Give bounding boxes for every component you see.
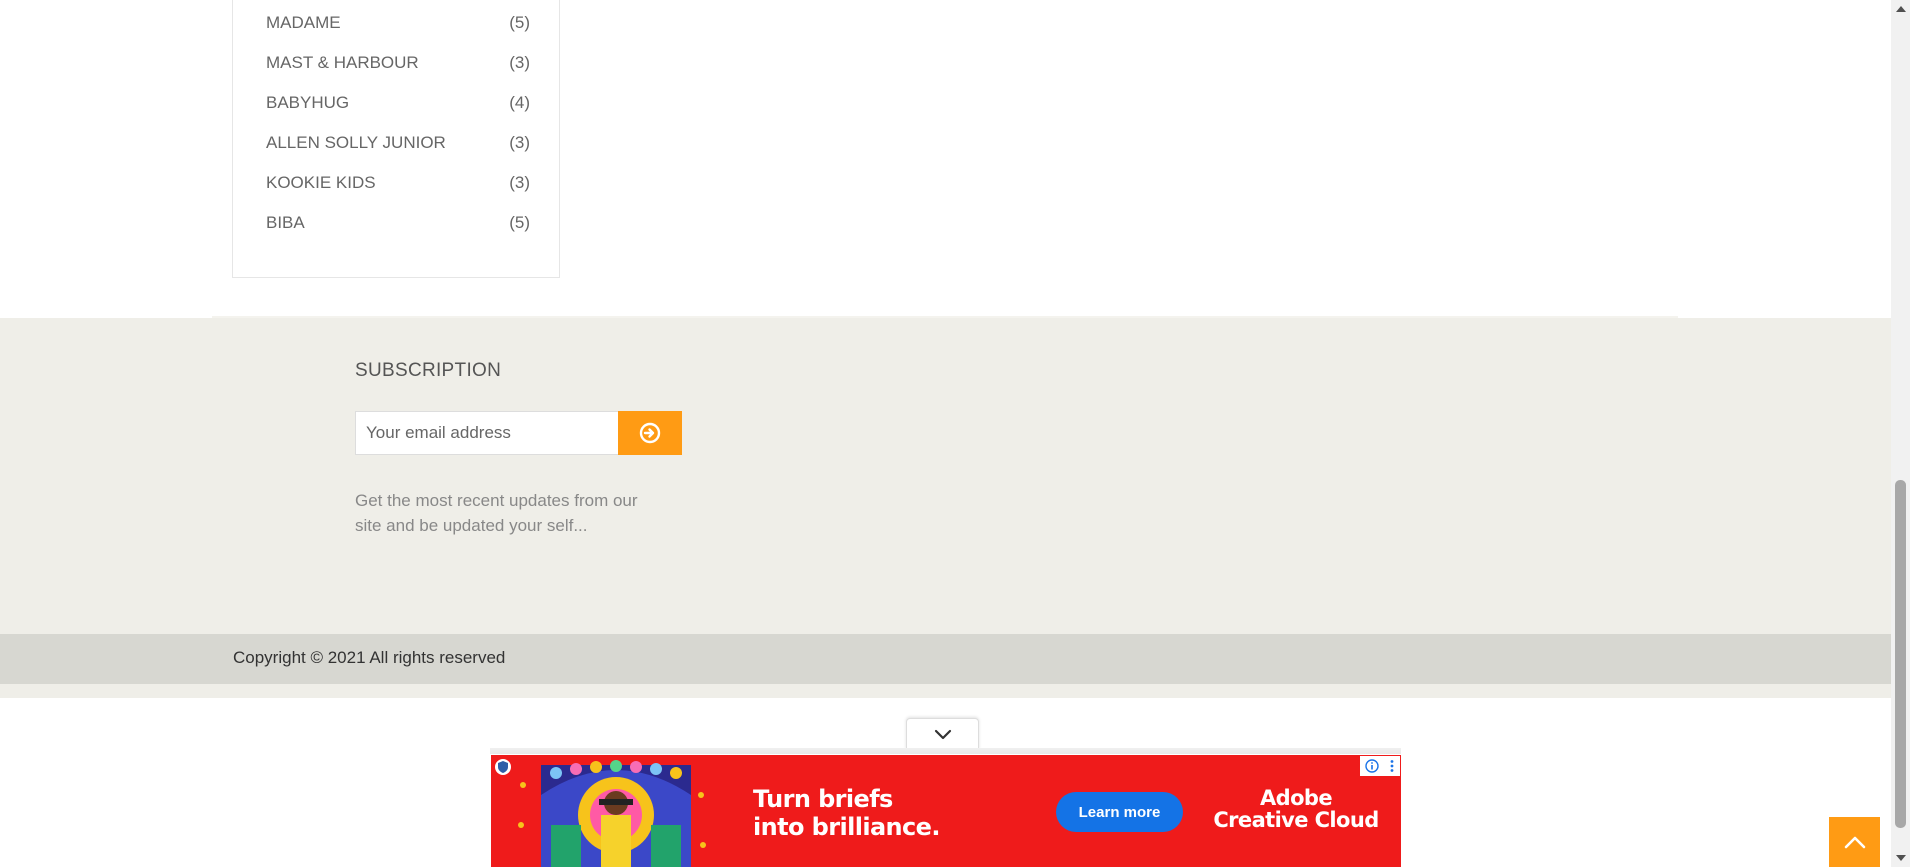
subscription-description: Get the most recent updates from our sit… [355, 491, 638, 535]
brand-name: MAST & HARBOUR [266, 53, 419, 72]
brand-count: (3) [509, 53, 530, 72]
brand-name: KOOKIE KIDS [266, 173, 376, 192]
scroll-up-arrow[interactable] [1891, 0, 1910, 17]
ad-brand-line2: Creative Cloud [1213, 808, 1379, 832]
chevron-down-icon [934, 729, 951, 739]
ad-illustration [518, 760, 706, 867]
footer-bottom-strip [0, 684, 1891, 698]
brand-count: (4) [509, 93, 530, 112]
brand-item-biba[interactable]: BIBA (5) [266, 211, 530, 235]
brand-name: MADAME [266, 13, 341, 32]
ad-headline: Turn briefs into brilliance. [753, 785, 940, 841]
page-scrollbar[interactable] [1891, 0, 1910, 867]
info-icon[interactable] [1365, 759, 1379, 773]
brand-name: BIBA [266, 213, 305, 232]
brand-count: (5) [509, 13, 530, 32]
ad-learn-more-button[interactable]: Learn more [1056, 792, 1183, 832]
back-to-top-button[interactable] [1829, 817, 1880, 867]
brand-filter-list: MADAME (5) MAST & HARBOUR (3) BABYHUG (4… [232, 0, 560, 278]
ad-brand-logo: Adobe Creative Cloud [1211, 787, 1381, 831]
triangle-down-icon [1895, 855, 1906, 861]
ad-shadow [490, 748, 1401, 754]
kebab-menu-icon[interactable] [1389, 759, 1395, 773]
ad-headline-line2: into brilliance. [753, 813, 940, 841]
ad-headline-line1: Turn briefs [753, 785, 893, 813]
brand-count: (3) [509, 133, 530, 152]
scroll-down-arrow[interactable] [1891, 850, 1910, 867]
chevron-up-icon [1844, 836, 1865, 849]
footer-subscription-section [0, 318, 1891, 634]
brand-item-kookie-kids[interactable]: KOOKIE KIDS (3) [266, 171, 530, 195]
shield-icon [495, 759, 511, 775]
email-input[interactable] [355, 411, 619, 455]
brand-item-babyhug[interactable]: BABYHUG (4) [266, 91, 530, 115]
brand-name: BABYHUG [266, 93, 350, 112]
subscribe-button[interactable] [618, 411, 682, 455]
brand-name: ALLEN SOLLY JUNIOR [266, 133, 446, 152]
arrow-circle-right-icon [639, 422, 661, 444]
subscription-title: SUBSCRIPTION [355, 360, 502, 381]
scroll-thumb[interactable] [1895, 480, 1906, 828]
ad-brand-line1: Adobe [1260, 786, 1333, 810]
ad-collapse-toggle[interactable] [906, 718, 979, 750]
triangle-up-icon [1895, 6, 1906, 12]
brand-item-mast-harbour[interactable]: MAST & HARBOUR (3) [266, 51, 530, 75]
ad-banner[interactable]: Turn briefs into brilliance. Learn more … [491, 755, 1401, 867]
footer-divider [212, 316, 1678, 318]
ad-choices[interactable] [1360, 756, 1400, 776]
copyright-text: Copyright © 2021 All rights reserved [233, 648, 506, 667]
brand-count: (3) [509, 173, 530, 192]
brand-item-madame[interactable]: MADAME (5) [266, 11, 530, 35]
brand-item-allen-solly-junior[interactable]: ALLEN SOLLY JUNIOR (3) [266, 131, 530, 155]
brand-count: (5) [509, 213, 530, 232]
